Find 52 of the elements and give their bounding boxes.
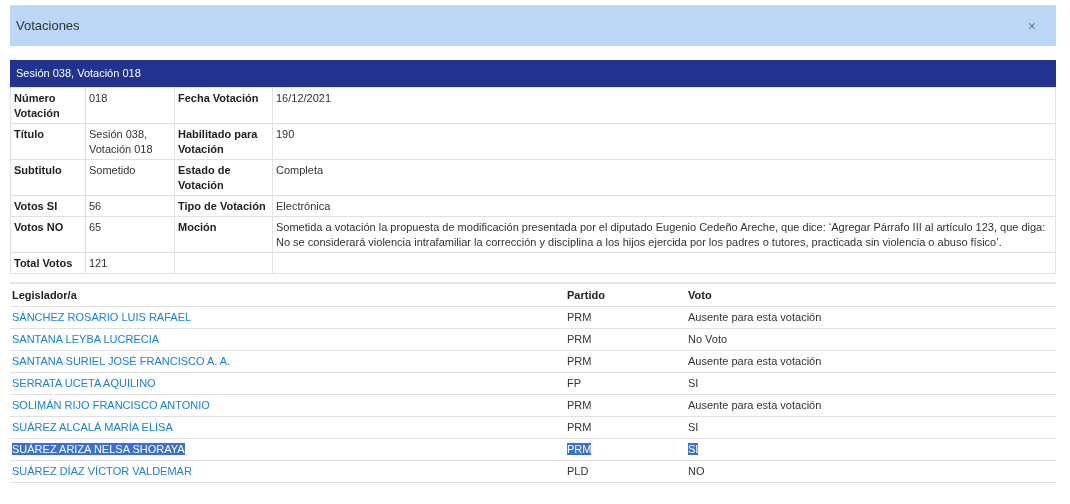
field-label: Estado de Votación [174,159,273,195]
vote-text: SI [688,442,699,455]
column-header: Partido [565,282,686,306]
field-label: Tipo de Votación [174,195,273,216]
field-label: Subtitulo [10,159,86,195]
vote-text: NO [688,464,705,477]
field-label: Votos NO [10,216,86,252]
field-value: 190 [272,123,1056,159]
party-text: PRM [567,442,592,455]
vote-text: SI [688,420,699,433]
party-text: FP [567,376,582,389]
party-text: PRM [567,332,592,345]
legislator-link[interactable]: SUÁREZ ARIZA NELSA SHORAYA [12,442,185,455]
party-text: PLD [567,464,589,477]
field-value: Completa [272,159,1056,195]
legislator-link[interactable]: SUÁREZ DÍAZ VÍCTOR VALDEMAR [12,464,192,477]
field-label: Votos SI [10,195,86,216]
field-value: 56 [85,195,175,216]
legislator-link[interactable]: SERRATA UCETA AQUILINO [12,376,156,389]
field-value: Electrónica [272,195,1056,216]
field-value: 16/12/2021 [272,87,1056,123]
party-text: PRM [567,420,592,433]
vote-text: No Voto [688,332,728,345]
close-button[interactable]: × [1023,19,1040,33]
field-value: Sometido [85,159,175,195]
field-label: Fecha Votación [174,87,273,123]
vote-text: Ausente para esta votación [688,398,822,411]
field-value: Sesión 038, Votación 018 [85,123,175,159]
party-text: PRM [567,310,592,323]
vote-text: SI [688,376,699,389]
legislator-link[interactable]: SANTANA LEYBA LUCRECIA [12,332,160,345]
legislator-link[interactable]: SÁNCHEZ ROSARIO LUIS RAFAEL [12,310,192,323]
column-header: Legislador/a [10,282,565,306]
legislator-link[interactable]: SANTANA SURIEL JOSÉ FRANCISCO A. A. [12,354,231,367]
field-label: Moción [174,216,273,252]
legislator-link[interactable]: SUÁREZ ALCALÁ MARÍA ELISA [12,420,173,433]
field-label: Número Votación [10,87,86,123]
field-value: 018 [85,87,175,123]
vote-text: Ausente para esta votación [688,310,822,323]
vote-text: Ausente para esta votación [688,354,822,367]
modal-title: Votaciones [16,17,80,36]
field-value: 121 [85,252,175,273]
party-text: PRM [567,398,592,411]
field-label: Habilitado para Votación [174,123,273,159]
field-value: 65 [85,216,175,252]
field-label: Título [10,123,86,159]
field-value: Sometida a votación la propuesta de modificación presentada por el diputado Eugenio Cedeño Areche, que dice: ‘Agregar Párrafo III al artículo 123, que diga: No se considerará violencia intrafamiliar la corrección y disciplina a los hijos ejercida por los padres o tutores, practicada sin violencia o abuso físico’. [272,216,1056,252]
session-title: Sesión 038, Votación 018 [10,60,1056,87]
legislator-link[interactable]: SOLIMÁN RIJO FRANCISCO ANTONIO [12,398,210,411]
party-text: PRM [567,354,592,367]
column-header: Voto [686,282,1056,306]
field-label: Total Votos [10,252,86,273]
